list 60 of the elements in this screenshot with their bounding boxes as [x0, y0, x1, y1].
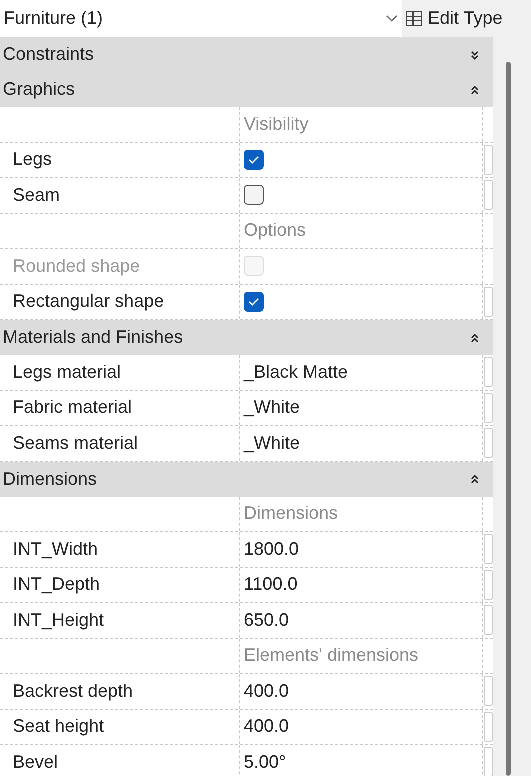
- dropdown-value: Furniture (1): [4, 7, 104, 30]
- collapse-icon[interactable]: [471, 84, 479, 94]
- cell-button[interactable]: [484, 144, 493, 175]
- property-value[interactable]: _Black Matte: [244, 358, 348, 386]
- section-header[interactable]: Materials and Finishes: [0, 320, 493, 355]
- property-name: Seam: [13, 184, 60, 207]
- property-name: Rounded shape: [13, 254, 140, 278]
- cell-button[interactable]: [484, 712, 493, 742]
- property-name: Legs material: [13, 360, 122, 384]
- property-value[interactable]: _White: [244, 430, 300, 457]
- property-name: INT_Width: [13, 538, 98, 561]
- section-header[interactable]: Dimensions: [0, 462, 493, 496]
- cell-button[interactable]: [484, 605, 493, 636]
- cell-button[interactable]: [484, 534, 493, 564]
- group-label: Visibility: [244, 112, 309, 136]
- checkbox[interactable]: [244, 292, 264, 312]
- property-value[interactable]: _White: [244, 394, 300, 422]
- collapse-icon[interactable]: [471, 332, 479, 342]
- section-header[interactable]: Constraints: [0, 37, 493, 72]
- property-value[interactable]: 650.0: [244, 606, 290, 634]
- property-name: Seat height: [13, 715, 104, 738]
- check-icon: [248, 296, 260, 307]
- checkbox[interactable]: [244, 185, 264, 206]
- section-title: Materials and Finishes: [3, 326, 184, 349]
- cell-button[interactable]: [484, 392, 493, 423]
- checkbox[interactable]: [244, 150, 264, 170]
- section-title: Graphics: [3, 78, 76, 101]
- property-name: Bevel: [13, 750, 58, 774]
- property-name: Rectangular shape: [13, 290, 164, 314]
- expand-icon[interactable]: [471, 50, 479, 60]
- collapse-icon[interactable]: [471, 474, 479, 484]
- property-name: Backrest depth: [13, 680, 134, 703]
- property-value[interactable]: 5.00°: [244, 748, 286, 776]
- section-title: Constraints: [3, 43, 94, 66]
- property-value[interactable]: 400.0: [244, 678, 290, 705]
- cell-button[interactable]: [484, 428, 493, 458]
- property-name: Fabric material: [13, 396, 132, 420]
- section-title: Dimensions: [3, 468, 98, 490]
- cell-button[interactable]: [484, 286, 493, 317]
- table-icon: [406, 10, 424, 26]
- scrollbar[interactable]: [506, 62, 511, 776]
- group-label: Elements' dimensions: [244, 644, 419, 668]
- cell-button[interactable]: [484, 676, 493, 706]
- section-header[interactable]: Graphics: [0, 72, 493, 107]
- check-icon: [248, 154, 260, 165]
- group-label: Dimensions: [244, 502, 338, 526]
- group-label: Options: [244, 219, 306, 242]
- property-name: INT_Depth: [13, 573, 100, 596]
- property-name: Legs: [13, 148, 52, 172]
- cell-button[interactable]: [484, 570, 493, 600]
- chevron-down-icon: [386, 14, 398, 22]
- cell-button[interactable]: [484, 747, 493, 776]
- type-dropdown[interactable]: Furniture (1): [0, 0, 402, 37]
- cell-button[interactable]: [484, 357, 493, 388]
- cell-button[interactable]: [484, 180, 493, 210]
- property-value[interactable]: 400.0: [244, 713, 290, 740]
- property-name: Seams material: [13, 432, 138, 455]
- property-value[interactable]: 1100.0: [244, 571, 298, 598]
- property-name: INT_Height: [13, 608, 104, 632]
- property-value[interactable]: 1800.0: [244, 536, 300, 563]
